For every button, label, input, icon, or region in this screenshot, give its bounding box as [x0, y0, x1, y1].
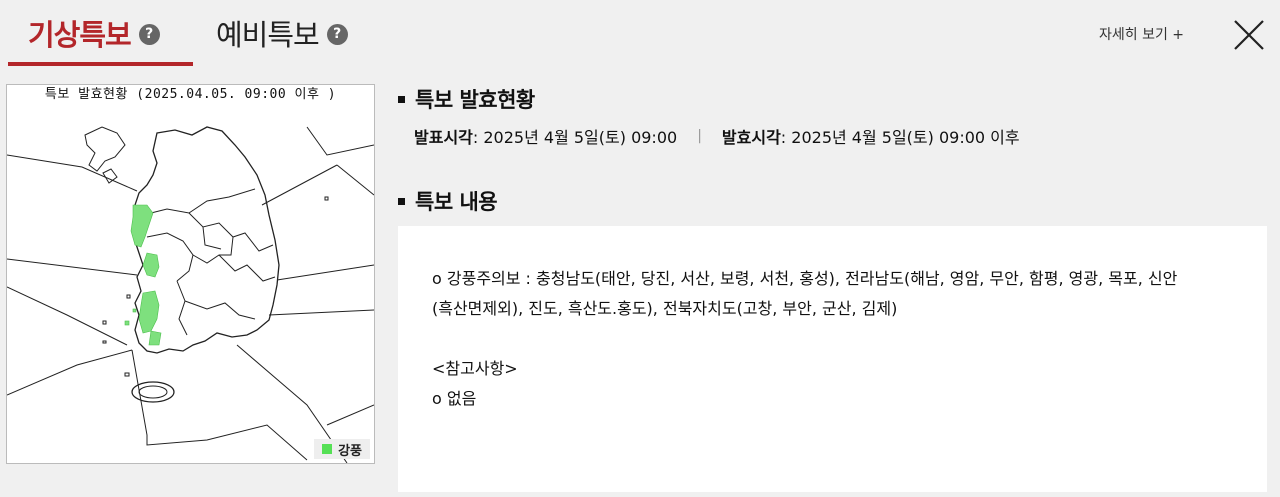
tab-preliminary-warning[interactable]: 예비특보 ?: [216, 0, 376, 66]
legend-swatch-wind: [322, 444, 333, 454]
warning-detail-line-2: (흑산면제외), 진도, 흑산도.홍도), 전북자치도(고창, 부안, 군산, …: [432, 299, 898, 318]
warning-map[interactable]: 특보 발효현황 (2025.04.05. 09:00 이후 ) 강풍: [6, 84, 375, 464]
issue-time-line: 발표시각 : 2025년 4월 5일(토) 09:00 | 발효시각 : 202…: [414, 124, 1020, 148]
warning-detail-line-1: o 강풍주의보 : 충청남도(태안, 당진, 서산, 보령, 서천, 홍성), …: [432, 269, 1178, 288]
announce-value: : 2025년 4월 5일(토) 09:00: [472, 128, 678, 147]
warning-content-box: o 강풍주의보 : 충청남도(태안, 당진, 서산, 보령, 서천, 홍성), …: [398, 226, 1267, 492]
help-icon[interactable]: ?: [138, 23, 160, 45]
effective-value: : 2025년 4월 5일(토) 09:00 이후: [780, 128, 1020, 147]
status-heading-text: 특보 발효현황: [415, 88, 535, 112]
close-button[interactable]: [1232, 18, 1266, 52]
content-heading-text: 특보 내용: [415, 190, 498, 214]
bullet-icon: [398, 197, 405, 205]
view-details-link[interactable]: 자세히 보기 +: [1099, 24, 1184, 44]
korea-map-graphic: [7, 126, 374, 463]
note-heading: <참고사항>: [432, 359, 518, 378]
separator: |: [697, 128, 702, 144]
map-title: 특보 발효현황 (2025.04.05. 09:00 이후 ): [44, 87, 337, 102]
close-icon: [1234, 20, 1264, 50]
announce-label: 발표시각: [414, 128, 473, 147]
help-icon[interactable]: ?: [326, 23, 348, 45]
effective-label: 발효시각: [721, 128, 781, 147]
tab-weather-warning-label: 기상특보: [28, 18, 132, 52]
tab-preliminary-warning-label: 예비특보: [216, 18, 320, 52]
note-value: o 없음: [432, 389, 477, 408]
section-heading-content: 특보 내용: [398, 186, 498, 216]
map-legend: 강풍: [314, 439, 370, 459]
legend-label: 강풍: [338, 443, 362, 459]
tab-bar: 기상특보 ? 예비특보 ?: [0, 0, 1280, 66]
section-heading-status: 특보 발효현황: [398, 84, 535, 114]
tab-weather-warning[interactable]: 기상특보 ?: [8, 0, 193, 66]
bullet-icon: [398, 95, 405, 103]
